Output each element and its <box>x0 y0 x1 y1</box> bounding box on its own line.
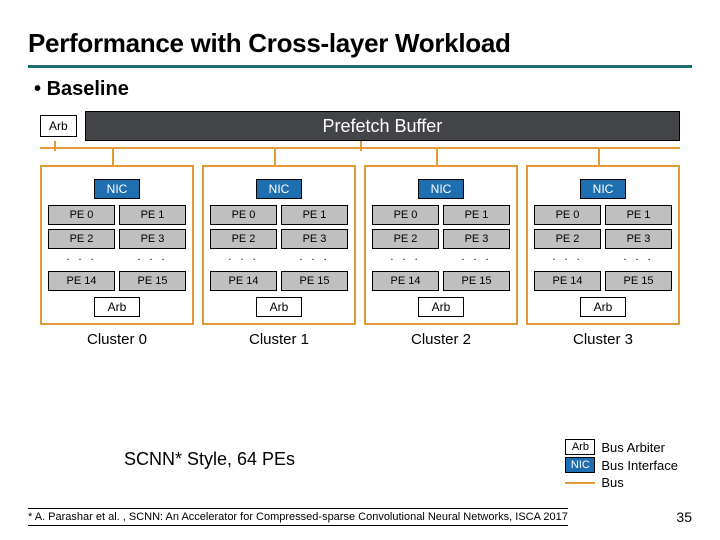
arbiter-bottom: Arb <box>418 297 464 317</box>
pe: PE 2 <box>534 229 601 249</box>
legend-arb-box: Arb <box>565 439 595 455</box>
pe: PE 3 <box>443 229 510 249</box>
arbiter-bottom: Arb <box>580 297 626 317</box>
ellipsis: . . . <box>372 253 439 267</box>
ellipsis: . . . <box>605 253 672 267</box>
cluster-0: NIC PE 0 PE 1 PE 2 PE 3 . . . . . . PE 1… <box>40 165 194 348</box>
nic-box: NIC <box>418 179 464 199</box>
legend: Arb Bus Arbiter NIC Bus Interface Bus <box>565 439 678 490</box>
page-number: 35 <box>676 509 692 525</box>
slide-title: Performance with Cross-layer Workload <box>28 28 692 59</box>
cluster-box: NIC PE 0 PE 1 PE 2 PE 3 . . . . . . PE 1… <box>364 165 518 325</box>
pe: PE 15 <box>281 271 348 291</box>
cluster-row: NIC PE 0 PE 1 PE 2 PE 3 . . . . . . PE 1… <box>40 165 680 348</box>
prefetch-buffer: Prefetch Buffer <box>85 111 680 141</box>
pe: PE 14 <box>372 271 439 291</box>
nic-box: NIC <box>580 179 626 199</box>
pe-grid: PE 0 PE 1 PE 2 PE 3 . . . . . . PE 14 PE… <box>48 205 186 291</box>
pe: PE 0 <box>372 205 439 225</box>
pe: PE 0 <box>48 205 115 225</box>
cluster-label: Cluster 0 <box>87 331 147 348</box>
pe: PE 2 <box>48 229 115 249</box>
ellipsis: . . . <box>534 253 601 267</box>
legend-arb-label: Bus Arbiter <box>601 440 678 455</box>
pe: PE 1 <box>281 205 348 225</box>
caption-scnn: SCNN* Style, 64 PEs <box>124 449 295 470</box>
bus-drop <box>112 147 114 165</box>
pe: PE 3 <box>605 229 672 249</box>
ellipsis: . . . <box>48 253 115 267</box>
pe: PE 3 <box>119 229 186 249</box>
pe: PE 15 <box>119 271 186 291</box>
legend-bus-line <box>565 482 595 484</box>
bus-connector <box>360 141 362 151</box>
pe: PE 15 <box>443 271 510 291</box>
ellipsis: . . . <box>210 253 277 267</box>
ellipsis: . . . <box>443 253 510 267</box>
title-rule <box>28 65 692 68</box>
ellipsis: . . . <box>119 253 186 267</box>
footnote: * A. Parashar et al. , SCNN: An Accelera… <box>28 508 568 526</box>
architecture-diagram: Arb Prefetch Buffer NIC PE 0 PE 1 PE 2 <box>40 111 680 348</box>
top-row: Arb Prefetch Buffer <box>40 111 680 141</box>
pe: PE 15 <box>605 271 672 291</box>
ellipsis: . . . <box>281 253 348 267</box>
pe: PE 1 <box>443 205 510 225</box>
cluster-label: Cluster 3 <box>573 331 633 348</box>
bus-connector <box>54 141 56 151</box>
legend-bus-label: Bus <box>601 475 678 490</box>
bus-drop <box>598 147 600 165</box>
cluster-label: Cluster 2 <box>411 331 471 348</box>
pe: PE 1 <box>119 205 186 225</box>
cluster-label: Cluster 1 <box>249 331 309 348</box>
legend-nic-label: Bus Interface <box>601 458 678 473</box>
legend-nic-box: NIC <box>565 457 595 473</box>
arbiter-bottom: Arb <box>94 297 140 317</box>
cluster-1: NIC PE 0 PE 1 PE 2 PE 3 . . . . . . PE 1… <box>202 165 356 348</box>
footer: * A. Parashar et al. , SCNN: An Accelera… <box>0 508 720 526</box>
cluster-box: NIC PE 0 PE 1 PE 2 PE 3 . . . . . . PE 1… <box>202 165 356 325</box>
arbiter-bottom: Arb <box>256 297 302 317</box>
cluster-box: NIC PE 0 PE 1 PE 2 PE 3 . . . . . . PE 1… <box>526 165 680 325</box>
pe-grid: PE 0 PE 1 PE 2 PE 3 . . . . . . PE 14 PE… <box>534 205 672 291</box>
cluster-2: NIC PE 0 PE 1 PE 2 PE 3 . . . . . . PE 1… <box>364 165 518 348</box>
cluster-3: NIC PE 0 PE 1 PE 2 PE 3 . . . . . . PE 1… <box>526 165 680 348</box>
pe-grid: PE 0 PE 1 PE 2 PE 3 . . . . . . PE 14 PE… <box>210 205 348 291</box>
cluster-box: NIC PE 0 PE 1 PE 2 PE 3 . . . . . . PE 1… <box>40 165 194 325</box>
slide: Performance with Cross-layer Workload Ba… <box>0 0 720 540</box>
bus-drop <box>274 147 276 165</box>
pe: PE 3 <box>281 229 348 249</box>
pe: PE 1 <box>605 205 672 225</box>
bullet-baseline: Baseline <box>34 78 692 101</box>
arbiter-top: Arb <box>40 115 77 137</box>
pe: PE 2 <box>210 229 277 249</box>
pe: PE 14 <box>48 271 115 291</box>
pe-grid: PE 0 PE 1 PE 2 PE 3 . . . . . . PE 14 PE… <box>372 205 510 291</box>
main-bus <box>40 147 680 149</box>
pe: PE 0 <box>534 205 601 225</box>
nic-box: NIC <box>94 179 140 199</box>
pe: PE 14 <box>534 271 601 291</box>
pe: PE 14 <box>210 271 277 291</box>
pe: PE 0 <box>210 205 277 225</box>
pe: PE 2 <box>372 229 439 249</box>
bus-drop <box>436 147 438 165</box>
nic-box: NIC <box>256 179 302 199</box>
